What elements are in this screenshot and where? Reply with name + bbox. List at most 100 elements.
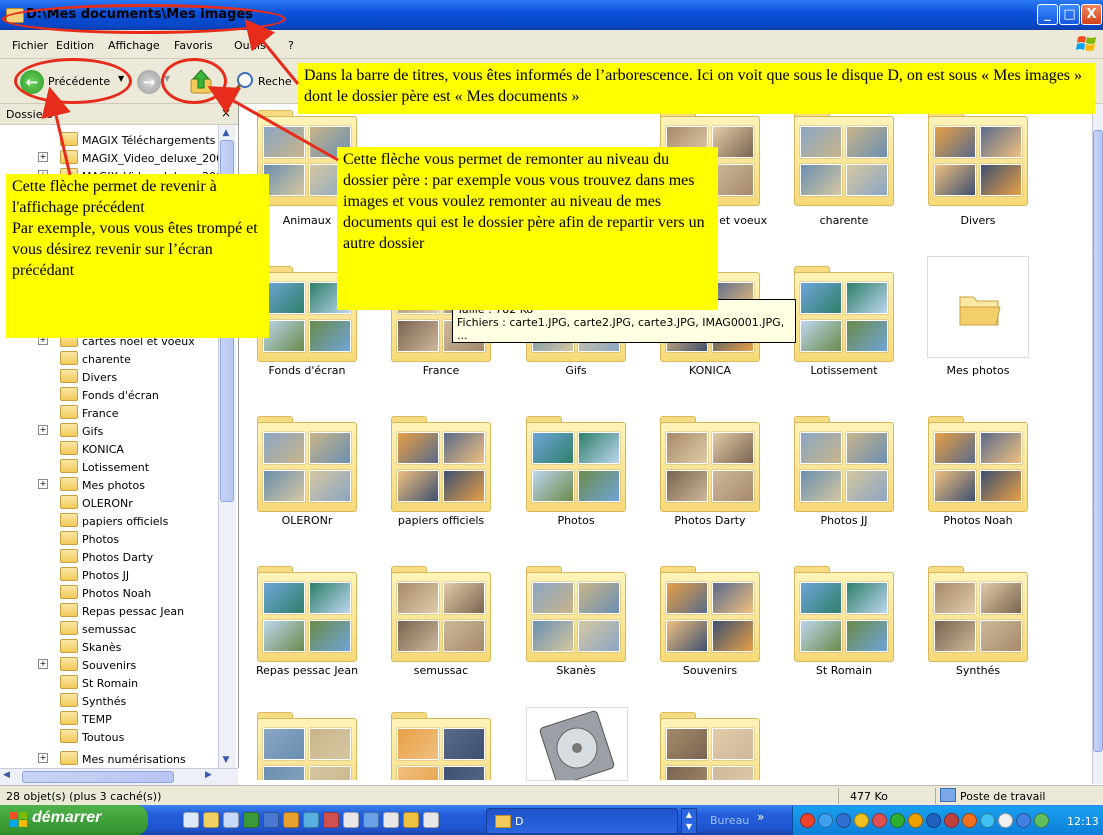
- tree-item[interactable]: Fonds d'écran: [60, 387, 159, 405]
- scroll-down-arrow-icon[interactable]: ▼: [220, 755, 232, 765]
- search-icon[interactable]: [232, 70, 256, 94]
- folder-thumbnail[interactable]: [257, 414, 357, 512]
- thumb-mes-photos[interactable]: [927, 256, 1029, 358]
- tray-app-icon[interactable]: [962, 813, 977, 828]
- tree-item[interactable]: Toutous: [60, 729, 124, 747]
- tree-item[interactable]: + Gifs: [38, 423, 103, 441]
- tray-app-icon[interactable]: [1034, 813, 1049, 828]
- thumb-harddisk[interactable]: [526, 707, 628, 786]
- folder-label[interactable]: Repas pessac Jean: [242, 664, 372, 677]
- folder-label[interactable]: semussac: [376, 664, 506, 677]
- folder-label[interactable]: St Romain: [779, 664, 909, 677]
- folder-label[interactable]: Lotissement: [779, 364, 909, 377]
- app-icon[interactable]: [403, 812, 419, 828]
- tree-hscrollbar[interactable]: ◀ ▶: [0, 768, 238, 785]
- chevron-right-icon[interactable]: »: [757, 810, 764, 824]
- folder-label[interactable]: Mes photos: [913, 364, 1043, 377]
- menu-favoris[interactable]: Favoris: [174, 39, 213, 52]
- tray-app-icon[interactable]: [998, 813, 1013, 828]
- tray-app-icon[interactable]: [944, 813, 959, 828]
- folder-thumbnail[interactable]: [928, 564, 1028, 662]
- tree-item[interactable]: MAGIX Téléchargements: [60, 132, 215, 150]
- tree-hscroll-thumb[interactable]: [22, 771, 174, 783]
- expand-plus-icon[interactable]: +: [38, 425, 48, 435]
- folder-thumbnail[interactable]: [928, 108, 1028, 206]
- folder-thumbnail[interactable]: [526, 414, 626, 512]
- maximize-button[interactable]: □: [1059, 4, 1080, 25]
- folder-thumbnail[interactable]: [391, 564, 491, 662]
- media-icon[interactable]: [283, 812, 299, 828]
- notepad-icon[interactable]: [363, 812, 379, 828]
- tray-app-icon[interactable]: [908, 813, 923, 828]
- folder-label[interactable]: OLERONr: [242, 514, 372, 527]
- tree-item[interactable]: + Mes numérisations: [38, 751, 186, 769]
- expand-plus-icon[interactable]: +: [38, 479, 48, 489]
- folder-label[interactable]: Souvenirs: [645, 664, 775, 677]
- tree-item[interactable]: semussac: [60, 621, 136, 639]
- folder-thumbnail[interactable]: [660, 414, 760, 512]
- tree-item[interactable]: Divers: [60, 369, 117, 387]
- tree-item[interactable]: France: [60, 405, 119, 423]
- folder-label[interactable]: Gifs: [511, 364, 641, 377]
- app-icon[interactable]: [383, 812, 399, 828]
- disc-icon[interactable]: [343, 812, 359, 828]
- taskbar-window-button[interactable]: D: [486, 808, 678, 834]
- folder-thumbnail[interactable]: [928, 414, 1028, 512]
- folder-label[interactable]: KONICA: [645, 364, 775, 377]
- tree-item[interactable]: Photos Noah: [60, 585, 151, 603]
- tree-item[interactable]: OLERONr: [60, 495, 133, 513]
- tree-item[interactable]: Photos JJ: [60, 567, 129, 585]
- taskbar-expand-icon[interactable]: ▲ ▼: [681, 808, 697, 834]
- menu-help[interactable]: ?: [288, 39, 294, 52]
- folder-thumbnail[interactable]: [391, 414, 491, 512]
- tree-item[interactable]: papiers officiels: [60, 513, 168, 531]
- bureau-toolbar-label[interactable]: Bureau: [710, 814, 749, 827]
- search-button-label[interactable]: Reche: [258, 75, 292, 88]
- tree-item[interactable]: Lotissement: [60, 459, 149, 477]
- tree-item[interactable]: charente: [60, 351, 131, 369]
- folder-thumbnail[interactable]: [660, 564, 760, 662]
- tray-app-icon[interactable]: [890, 813, 905, 828]
- menu-outils[interactable]: Outils: [234, 39, 266, 52]
- folder-thumbnail[interactable]: [391, 710, 491, 780]
- tray-app-icon[interactable]: [800, 813, 815, 828]
- tray-app-icon[interactable]: [836, 813, 851, 828]
- tree-item[interactable]: Photos Darty: [60, 549, 153, 567]
- paint-icon[interactable]: [223, 812, 239, 828]
- folder-label[interactable]: Photos: [511, 514, 641, 527]
- tray-app-icon[interactable]: [872, 813, 887, 828]
- folder-thumbnail[interactable]: [794, 564, 894, 662]
- folder-label[interactable]: papiers officiels: [376, 514, 506, 527]
- folder-label[interactable]: Skanès: [511, 664, 641, 677]
- tree-item[interactable]: Photos: [60, 531, 119, 549]
- tree-item[interactable]: Synthés: [60, 693, 126, 711]
- word-icon[interactable]: [263, 812, 279, 828]
- expand-plus-icon[interactable]: +: [38, 659, 48, 669]
- tree-item[interactable]: KONICA: [60, 441, 124, 459]
- close-panel-icon[interactable]: ×: [221, 106, 231, 120]
- folder-thumbnail[interactable]: [794, 414, 894, 512]
- tree-item[interactable]: TEMP: [60, 711, 112, 729]
- app-icon[interactable]: [303, 812, 319, 828]
- explorer-icon[interactable]: [323, 812, 339, 828]
- tray-app-icon[interactable]: [854, 813, 869, 828]
- minimize-button[interactable]: _: [1037, 4, 1058, 25]
- folder-label[interactable]: Divers: [913, 214, 1043, 227]
- content-scrollbar-thumb[interactable]: [1093, 130, 1103, 752]
- menu-edition[interactable]: Edition: [56, 39, 94, 52]
- tray-app-icon[interactable]: [926, 813, 941, 828]
- start-button[interactable]: démarrer: [0, 805, 148, 835]
- tray-app-icon[interactable]: [1016, 813, 1031, 828]
- folder-thumbnail[interactable]: [257, 710, 357, 780]
- folder-label[interactable]: Photos Darty: [645, 514, 775, 527]
- expand-plus-icon[interactable]: +: [38, 152, 48, 162]
- forward-arrow-icon[interactable]: →: [137, 70, 161, 94]
- close-button[interactable]: X: [1081, 4, 1102, 25]
- folder-label[interactable]: Photos Noah: [913, 514, 1043, 527]
- scroll-right-arrow-icon[interactable]: ▶: [205, 770, 212, 780]
- tree-item[interactable]: Skanès: [60, 639, 121, 657]
- folder-label[interactable]: Synthés: [913, 664, 1043, 677]
- folder-thumbnail[interactable]: [526, 564, 626, 662]
- tree-item[interactable]: St Romain: [60, 675, 138, 693]
- tree-item[interactable]: + Mes photos: [38, 477, 145, 495]
